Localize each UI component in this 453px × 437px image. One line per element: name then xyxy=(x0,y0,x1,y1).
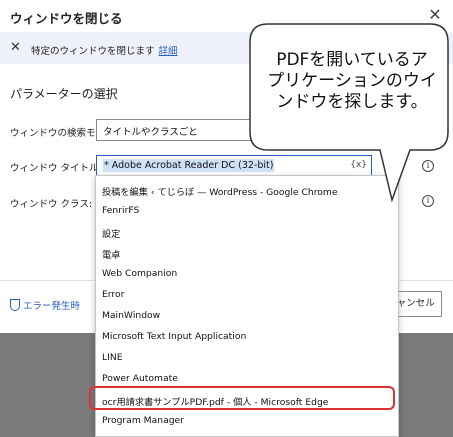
list-item[interactable]: Web Companion xyxy=(102,268,177,279)
speech-bubble-line: PDFを開いているア xyxy=(276,50,428,70)
list-item[interactable]: MainWindow xyxy=(102,310,160,321)
search-mode-select[interactable]: タイトルやクラスごと xyxy=(96,119,376,141)
info-text: 特定のウィンドウを閉じます 詳細 xyxy=(31,43,178,57)
list-item[interactable]: Program Manager xyxy=(102,415,184,426)
speech-bubble-text: PDFを開いているア プリケーションのウイ ンドウを探します。 xyxy=(262,50,442,113)
list-item[interactable]: Microsoft Text Input Application xyxy=(102,331,246,342)
window-title-label: ウィンドウ タイトル: xyxy=(10,163,102,174)
close-window-icon: ✕ xyxy=(10,40,21,55)
info-icon[interactable]: i xyxy=(422,195,434,207)
speech-bubble-line: ンドウを探します。 xyxy=(276,92,428,112)
on-error-label: エラー発生時 xyxy=(23,301,81,312)
info-icon[interactable]: i xyxy=(422,160,434,172)
list-item[interactable]: Error xyxy=(102,289,124,300)
list-item[interactable]: 設定 xyxy=(102,226,120,240)
list-item[interactable]: 電卓 xyxy=(102,247,120,261)
section-title: パラメーターの選択 xyxy=(10,87,118,101)
window-title-value: * Adobe Acrobat Reader DC (32-bit) xyxy=(103,159,275,172)
dialog-titlebar: ウィンドウを閉じる ✕ xyxy=(0,0,453,32)
dialog-title: ウィンドウを閉じる xyxy=(10,11,123,26)
window-class-label: ウィンドウ クラス: xyxy=(10,199,93,210)
variable-button[interactable]: {x} xyxy=(350,160,367,170)
on-error-link[interactable]: エラー発生時 xyxy=(10,298,80,312)
speech-bubble-line: プリケーションのウイ xyxy=(267,71,437,91)
list-item[interactable]: FenrirFS xyxy=(102,205,139,216)
close-icon[interactable]: ✕ xyxy=(425,5,445,25)
list-item[interactable]: Power Automate xyxy=(102,373,178,384)
window-title-input[interactable]: * Adobe Acrobat Reader DC (32-bit) {x} xyxy=(96,155,372,177)
shield-icon xyxy=(10,299,20,311)
highlight-annotation xyxy=(89,386,395,410)
details-link[interactable]: 詳細 xyxy=(159,46,178,57)
list-item[interactable]: LINE xyxy=(102,352,123,363)
info-description: 特定のウィンドウを閉じます xyxy=(31,46,155,57)
list-item[interactable]: 投稿を編集 ‹ てじらぼ — WordPress - Google Chrome xyxy=(102,184,338,198)
search-mode-value: タイトルやクラスごと xyxy=(103,127,198,138)
